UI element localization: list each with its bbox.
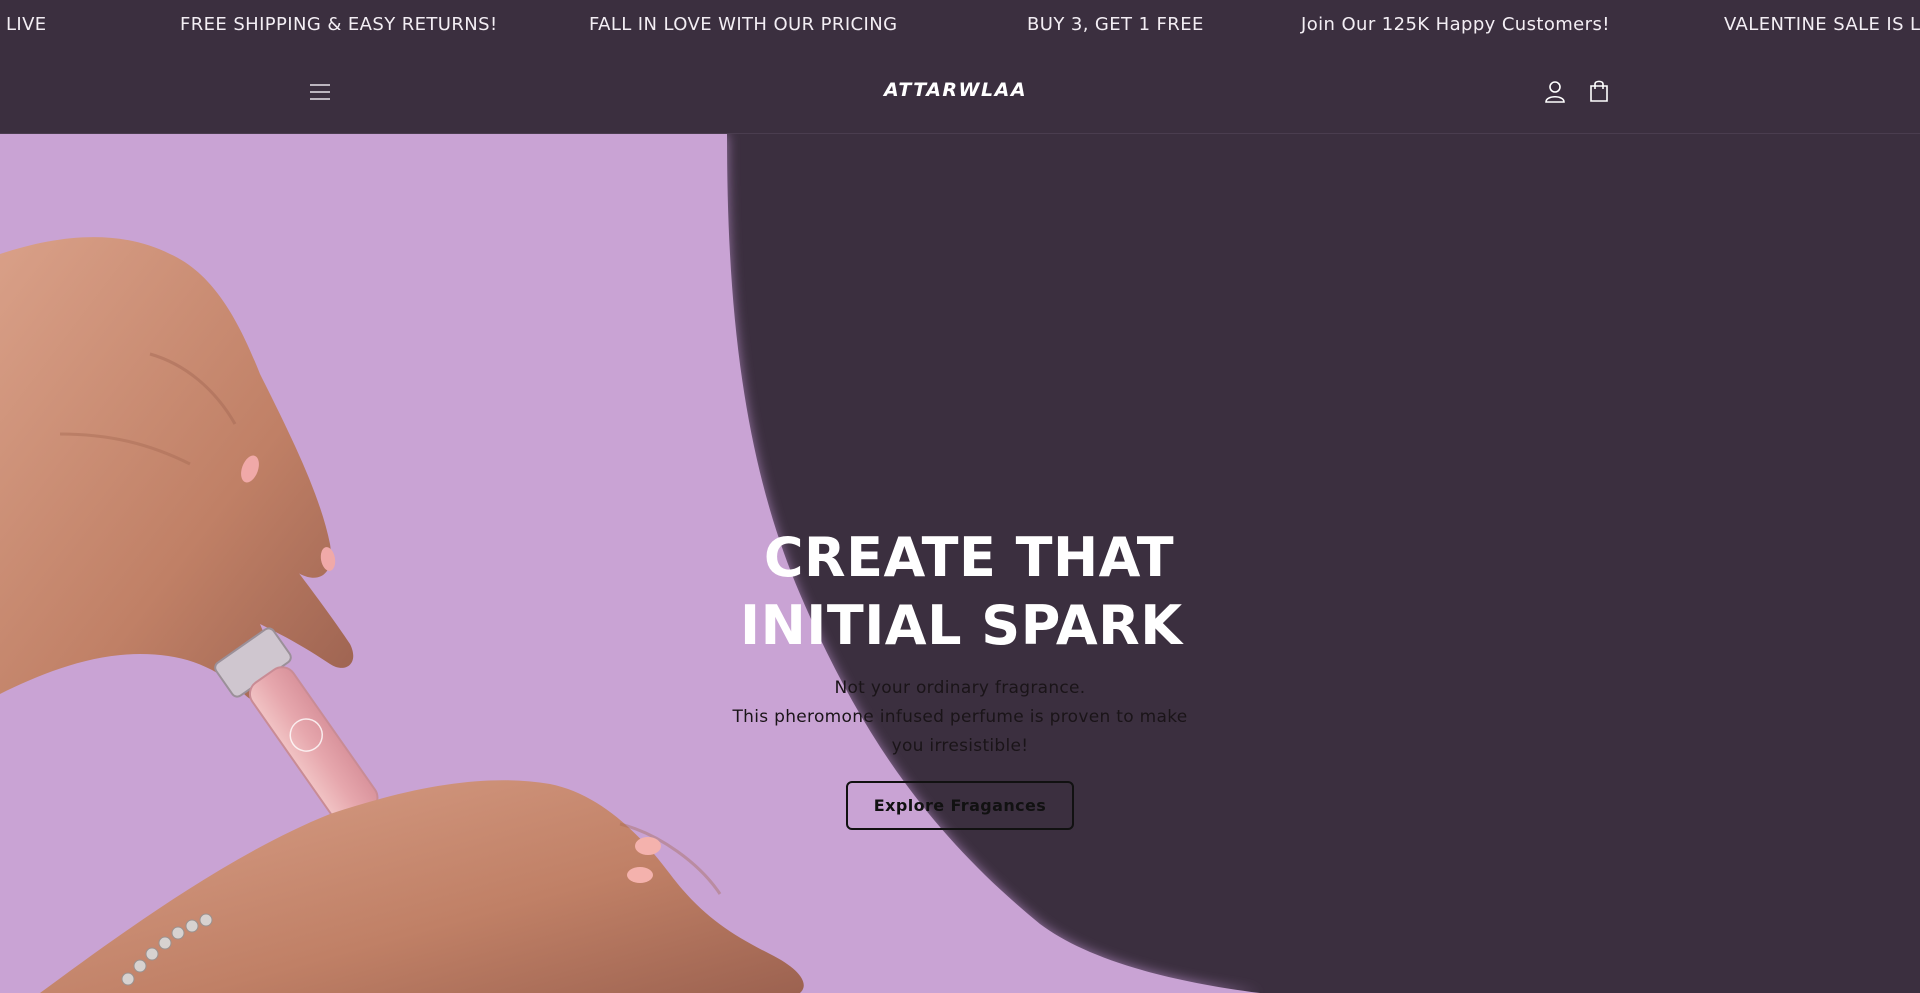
announcement-item: FALL IN LOVE WITH OUR PRICING [589, 14, 898, 35]
cart-button[interactable] [1586, 77, 1612, 105]
hero-title-line: INITIAL SPARK [740, 594, 1183, 657]
hero-banner: CREATE THAT INITIAL SPARK Not your ordin… [0, 134, 1920, 993]
hero-title: CREATE THAT INITIAL SPARK [700, 524, 1220, 660]
hero-title-line: CREATE THAT [763, 526, 1175, 589]
explore-fragrances-button[interactable]: Explore Fragances [846, 781, 1074, 830]
shopping-bag-icon [1590, 80, 1608, 102]
user-icon [1545, 81, 1565, 103]
logo[interactable]: ATTARWLAA [873, 74, 1038, 106]
account-button[interactable] [1542, 78, 1568, 106]
hero-subtitle: Not your ordinary fragrance. This pherom… [700, 674, 1220, 761]
site-header: ATTARWLAA [0, 50, 1920, 134]
announcement-item: Join Our 125K Happy Customers! [1301, 14, 1610, 35]
hero-subtitle-line: Not your ordinary fragrance. [834, 678, 1086, 698]
announcement-item: S LIVE [0, 14, 47, 35]
menu-button[interactable] [305, 77, 335, 107]
announcement-bar: S LIVE FREE SHIPPING & EASY RETURNS! FAL… [0, 0, 1920, 50]
announcement-item: BUY 3, GET 1 FREE [1027, 14, 1204, 35]
announcement-item: VALENTINE SALE IS LI [1724, 14, 1920, 35]
hero-subtitle-line: you irresistible! [891, 736, 1029, 756]
hero-subtitle-line: This pheromone infused perfume is proven… [732, 707, 1188, 727]
announcement-item: FREE SHIPPING & EASY RETURNS! [180, 14, 498, 35]
hero-content: CREATE THAT INITIAL SPARK Not your ordin… [700, 524, 1220, 830]
hamburger-icon [310, 84, 330, 100]
